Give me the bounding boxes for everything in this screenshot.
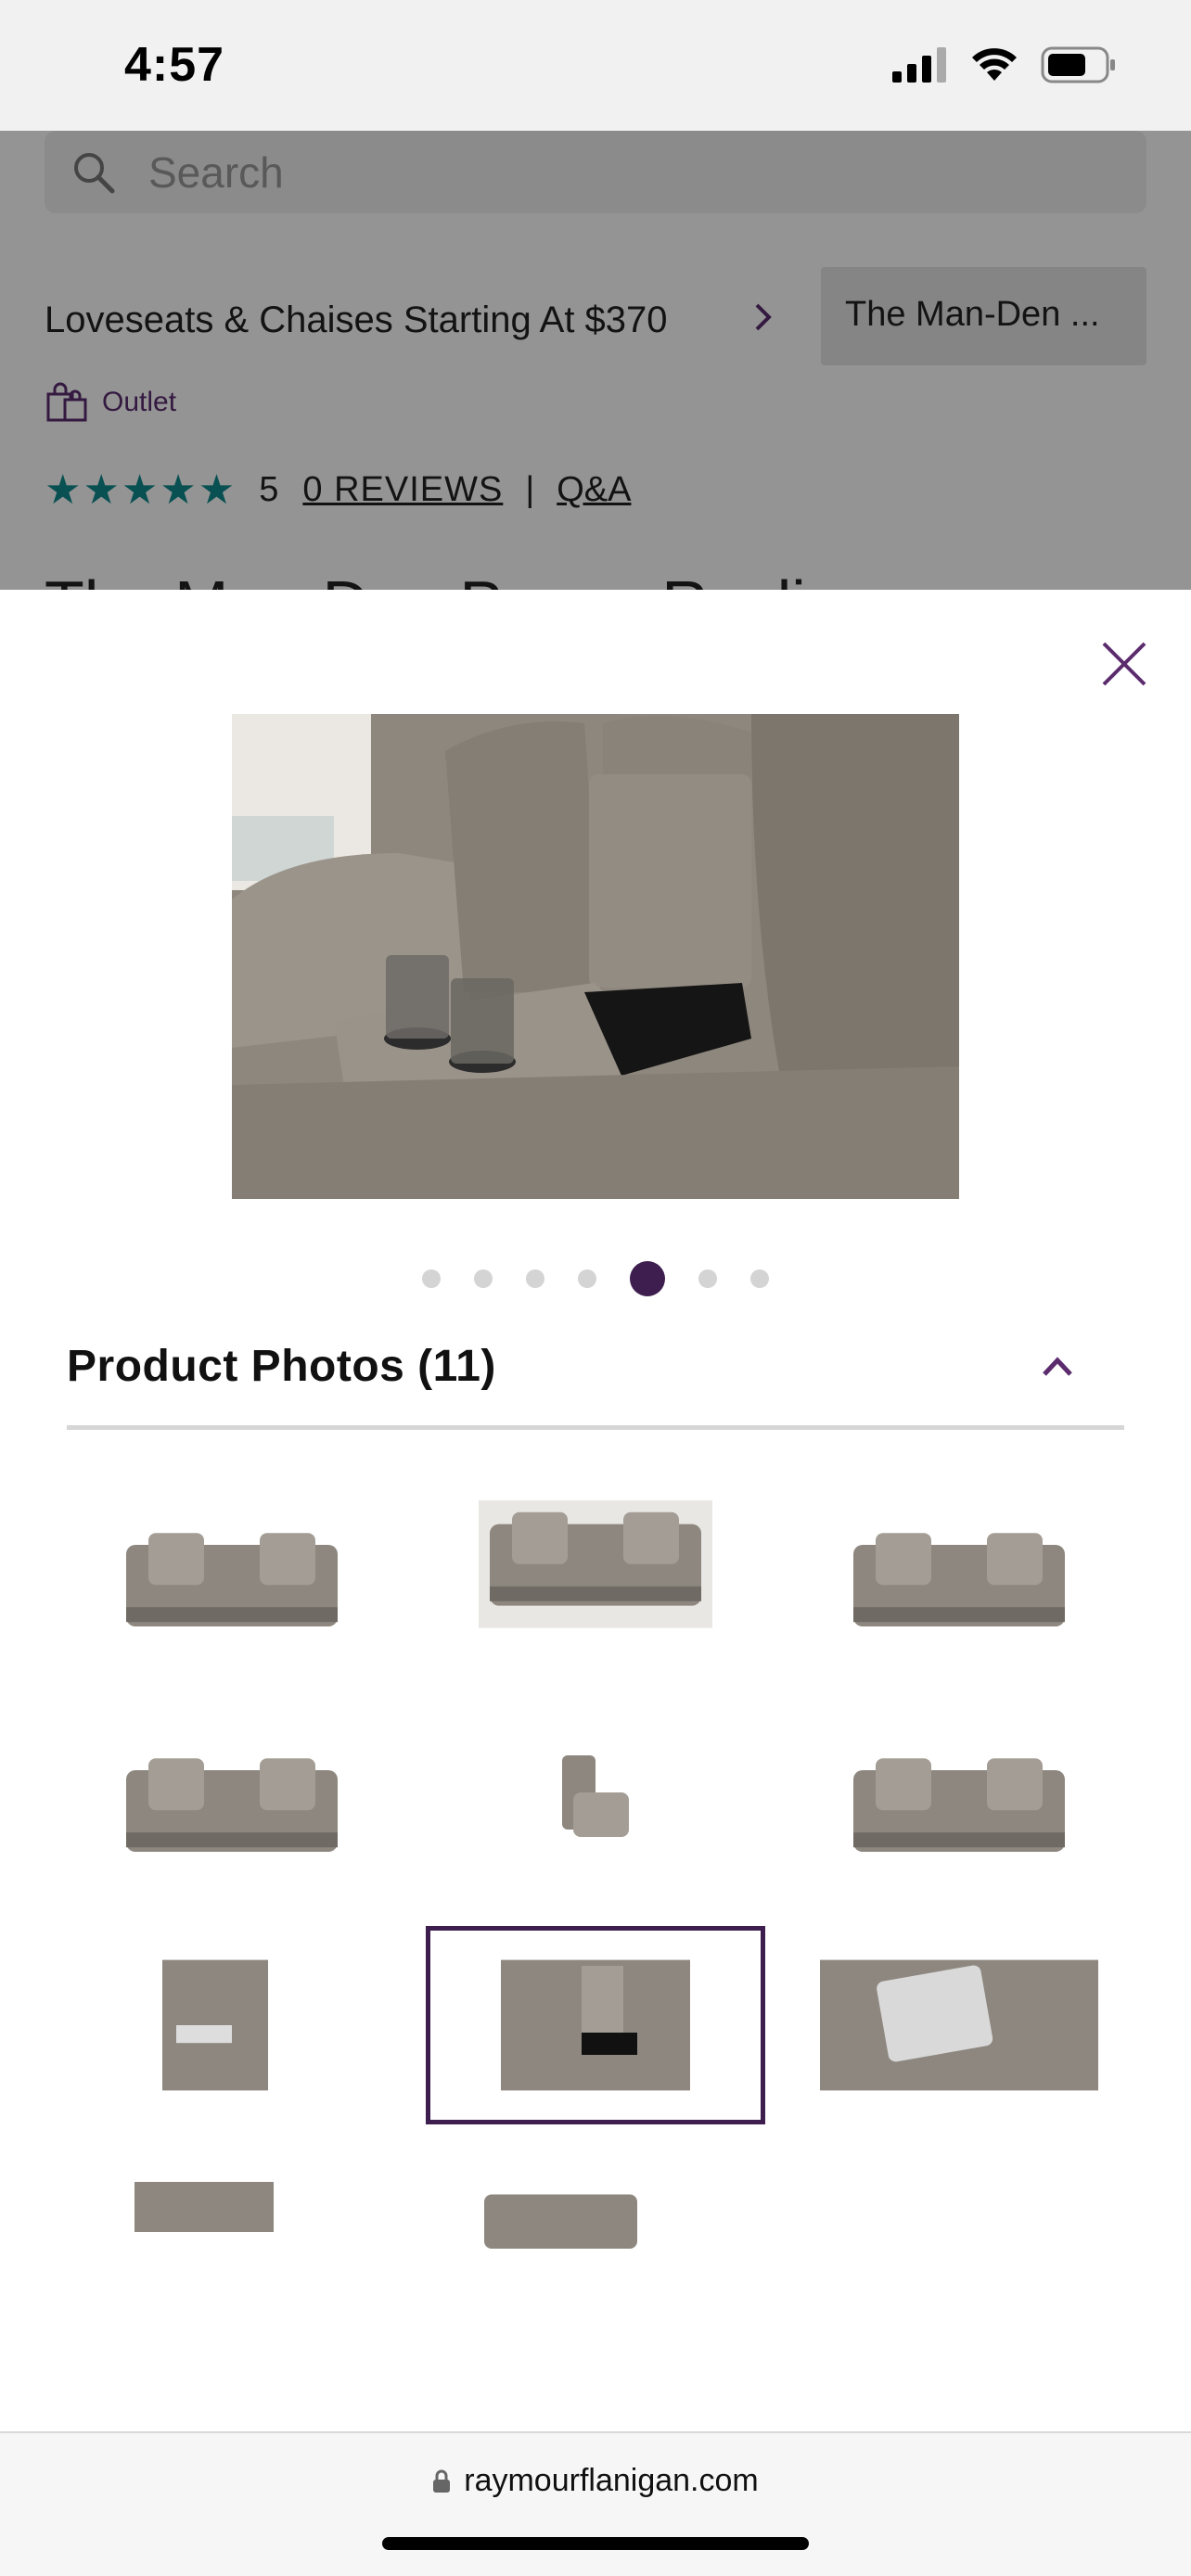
front-view-image — [126, 1533, 338, 1626]
close-icon[interactable] — [1098, 638, 1150, 690]
status-icons — [892, 46, 1117, 83]
status-time: 4:57 — [124, 38, 225, 92]
carousel-dots — [0, 1261, 1191, 1296]
lock-icon — [433, 2469, 451, 2493]
angle-view-image — [853, 1533, 1065, 1626]
thumbnail-front-view[interactable] — [67, 1480, 397, 1669]
carousel-dot[interactable] — [698, 1269, 717, 1288]
main-product-photo[interactable] — [232, 714, 959, 1199]
power-control-view-image — [820, 1959, 1098, 2091]
room-front-view-image — [479, 1500, 712, 1628]
thumbnail-angle-view[interactable] — [794, 1480, 1124, 1669]
section-divider — [67, 1425, 1124, 1430]
reclined-view-image — [126, 1758, 338, 1852]
console-cupholder-view-image — [501, 1959, 690, 2091]
carousel-dot[interactable] — [422, 1269, 441, 1288]
thumbnail-back-view[interactable] — [794, 1705, 1124, 1894]
thumbnail-reclined-view[interactable] — [67, 1705, 397, 1894]
thumbnail-fabric-swatch-view[interactable] — [67, 2156, 397, 2258]
chevron-up-icon[interactable] — [1039, 1352, 1076, 1380]
console-cupholder-photo — [232, 714, 959, 1199]
modal-backdrop[interactable] — [0, 131, 1191, 590]
carousel-dot[interactable] — [474, 1269, 493, 1288]
product-photos-heading: Product Photos (11) — [67, 1342, 496, 1391]
carousel-dot[interactable] — [578, 1269, 596, 1288]
thumbnail-storage-arm-view[interactable] — [67, 1931, 397, 2120]
side-view-image — [562, 1755, 629, 1837]
thumbnail-side-view[interactable] — [430, 1705, 761, 1894]
battery-icon — [1041, 46, 1115, 83]
dimensions-view-image — [484, 2194, 637, 2249]
url-domain: raymourflanigan.com — [464, 2463, 759, 2498]
browser-url-bar[interactable]: raymourflanigan.com — [0, 2431, 1191, 2576]
storage-arm-view-image — [162, 1959, 268, 2091]
wifi-icon — [972, 48, 1017, 81]
thumbnail-power-control-view[interactable] — [794, 1931, 1124, 2120]
home-indicator — [382, 2537, 809, 2550]
carousel-dot[interactable] — [630, 1261, 665, 1296]
thumbnail-console-cupholder-view[interactable] — [426, 1926, 765, 2124]
url-display[interactable]: raymourflanigan.com — [0, 2463, 1191, 2499]
cellular-signal-icon — [892, 47, 946, 83]
photo-gallery-modal: Product Photos (11) — [0, 590, 1191, 2576]
thumbnail-room-front-view[interactable] — [430, 1480, 761, 1669]
carousel-dot[interactable] — [750, 1269, 769, 1288]
status-bar: 4:57 — [0, 0, 1191, 131]
fabric-swatch-view-image — [134, 2182, 274, 2232]
back-view-image — [853, 1758, 1065, 1852]
thumbnail-dimensions-view[interactable] — [430, 2156, 761, 2258]
carousel-dot[interactable] — [526, 1269, 544, 1288]
